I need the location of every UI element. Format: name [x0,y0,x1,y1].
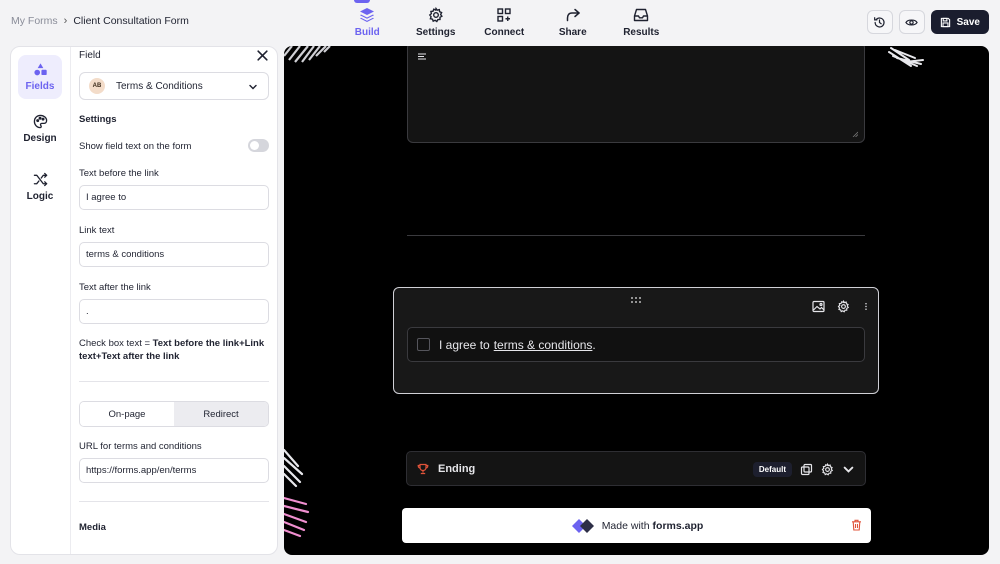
nav-settings-label: Settings [416,27,456,38]
sidebar-icon-bar: Fields Design Logic [11,47,71,554]
sidebar-item-label: Fields [25,81,55,92]
terms-link[interactable]: terms & conditions [494,338,593,352]
shapes-icon [33,63,47,76]
selected-question-card[interactable]: I agree to terms & conditions . [393,287,879,394]
breadcrumb-root-link[interactable]: My Forms [11,15,58,27]
nav-results-label: Results [623,27,660,38]
text-after-input[interactable] [79,299,269,324]
sidebar-item-logic[interactable]: Logic [18,165,62,209]
toolbar-right: Save [866,10,989,34]
made-with-brand: forms.app [652,519,704,532]
chevron-down-icon[interactable] [842,463,855,476]
nav-share[interactable]: Share [539,0,608,44]
share-icon [566,8,580,22]
link-mode-redirect[interactable]: Redirect [174,402,268,426]
panel-title: Field [79,50,101,61]
eye-icon [905,18,918,26]
image-icon[interactable] [812,300,825,313]
checkbox-text-note: Check box text = Text before the link+Li… [79,337,269,363]
show-field-text-toggle[interactable] [248,139,269,152]
text-before-label: Text before the link [79,168,159,179]
section-divider [407,235,865,236]
trophy-icon [417,463,429,474]
ending-section[interactable]: Ending Default [406,451,866,486]
url-label: URL for terms and conditions [79,441,202,452]
divider [79,381,269,382]
gear-icon [428,7,443,23]
resize-handle-icon[interactable] [852,131,858,137]
text-after-label: Text after the link [79,282,151,293]
link-text-input[interactable] [79,242,269,267]
breadcrumb: My Forms › Client Consultation Form [11,15,189,27]
history-icon [874,16,885,28]
link-mode-segmented: On-page Redirect [79,401,269,427]
divider [79,501,269,502]
breadcrumb-current: Client Consultation Form [73,15,189,27]
trash-icon[interactable] [851,519,862,531]
note-prefix: Check box text = [79,338,153,349]
text-before-input[interactable] [79,185,269,210]
nav-share-label: Share [558,27,587,38]
form-canvas: I agree to terms & conditions . Ending D… [284,46,989,555]
field-type-value: Terms & Conditions [116,80,203,92]
sidebar-item-fields[interactable]: Fields [18,55,62,99]
drag-handle-icon[interactable] [630,296,642,304]
palette-icon [33,114,47,129]
link-text-label: Link text [79,225,115,236]
connect-icon [497,8,511,22]
save-label: Save [956,16,980,28]
main-nav: Build Settings Connect Share Results [333,0,676,44]
sidebar-item-design[interactable]: Design [18,107,62,151]
nav-results[interactable]: Results [607,0,676,44]
made-with-banner[interactable]: Made with forms.app [402,508,871,543]
ending-tools: Default [752,462,855,477]
save-button[interactable]: Save [930,10,989,34]
nav-connect-label: Connect [484,27,525,38]
close-icon[interactable] [256,49,269,62]
field-settings-panel: Field AB Terms & Conditions Settings Sho… [79,47,269,554]
url-input[interactable] [79,458,269,483]
top-bar: My Forms › Client Consultation Form Buil… [0,0,1000,44]
chevron-down-icon [249,84,257,90]
duplicate-icon[interactable] [800,463,813,476]
checkbox-text-after: . [592,337,596,352]
settings-heading: Settings [79,114,117,125]
gear-icon[interactable] [821,463,834,476]
inbox-icon [634,8,649,22]
made-with-prefix: Made with [601,519,650,532]
nav-build[interactable]: Build [333,0,402,44]
breadcrumb-separator: › [63,15,68,27]
field-type-select[interactable]: AB Terms & Conditions [79,72,269,100]
question-toolbar [812,300,870,313]
ending-label: Ending [438,462,476,475]
forms-app-logo-icon [571,518,594,533]
link-mode-onpage[interactable]: On-page [80,402,174,426]
show-field-text-label: Show field text on the form [79,141,192,152]
layers-icon [360,8,375,22]
checkbox-text-before: I agree to [439,337,490,352]
decor-stripes-top-left [284,46,331,63]
shuffle-icon [33,172,47,187]
terms-checkbox[interactable] [417,338,430,351]
terms-checkbox-row: I agree to terms & conditions . [407,327,865,362]
save-icon [940,17,950,27]
left-panel: Fields Design Logic Field AB Terms & Con… [10,46,278,555]
long-text-preview[interactable] [407,46,865,143]
nav-build-label: Build [354,27,380,38]
sidebar-item-label: Logic [26,191,54,202]
gear-icon[interactable] [837,300,850,313]
nav-settings[interactable]: Settings [402,0,471,44]
more-vertical-icon[interactable] [862,300,870,313]
sidebar-item-label: Design [23,133,57,144]
history-button[interactable] [866,10,893,34]
decor-scribble-bottom-left [284,448,310,538]
media-heading: Media [79,522,106,533]
nav-connect[interactable]: Connect [470,0,539,44]
field-type-icon: AB [89,78,105,94]
text-lines-icon [418,53,426,60]
default-badge: Default [752,462,792,477]
preview-button[interactable] [898,10,925,34]
decor-scribble-top-right [888,47,924,67]
